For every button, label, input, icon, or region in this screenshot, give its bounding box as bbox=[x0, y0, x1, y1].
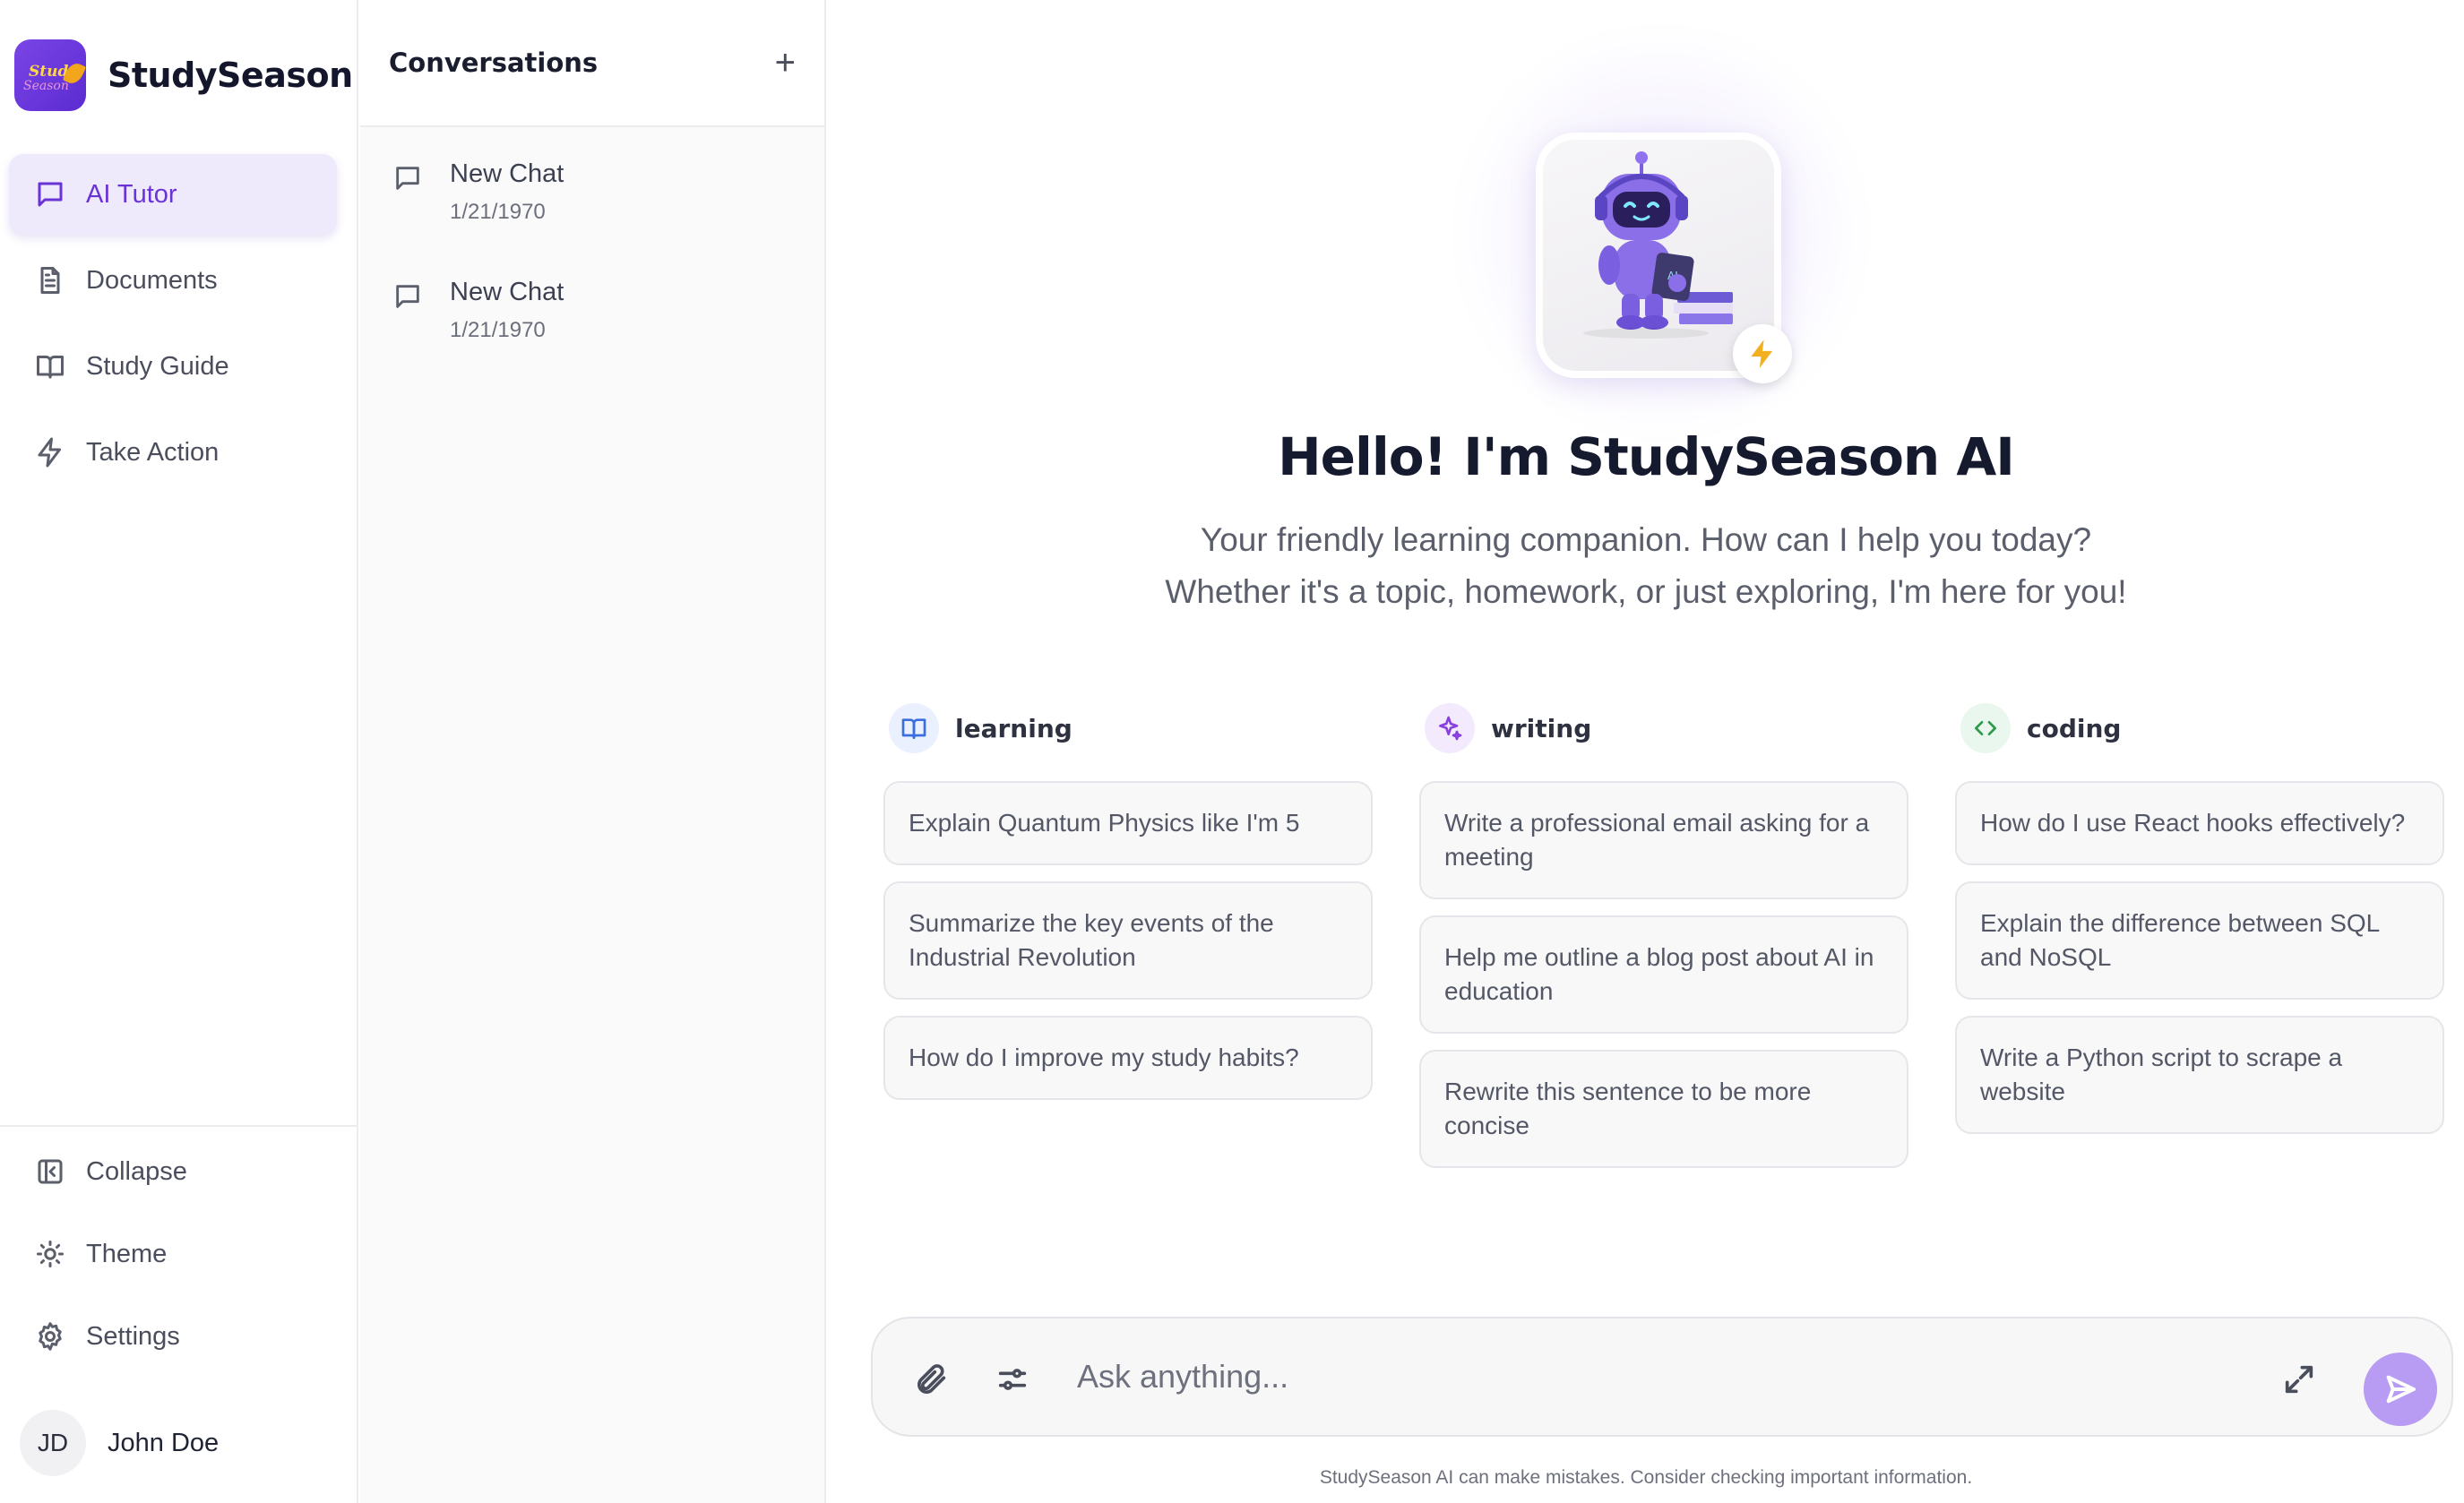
zap-icon bbox=[38, 437, 61, 468]
collapse-label: Collapse bbox=[86, 1156, 187, 1186]
new-conversation-button[interactable]: + bbox=[775, 45, 796, 81]
sliders-icon[interactable] bbox=[995, 1361, 1030, 1397]
conversation-item[interactable]: New Chat 1/21/1970 bbox=[360, 278, 824, 396]
hero-subtitle: Your friendly learning companion. How ca… bbox=[828, 514, 2464, 618]
brand[interactable]: Study Season StudySeason bbox=[14, 39, 353, 111]
suggestion-columns: learning Explain Quantum Physics like I'… bbox=[883, 700, 2444, 1184]
conversations-title: Conversations bbox=[389, 47, 599, 78]
settings-button[interactable]: Settings bbox=[9, 1299, 337, 1374]
theme-label: Theme bbox=[86, 1239, 168, 1268]
collapse-button[interactable]: Collapse bbox=[9, 1134, 337, 1209]
theme-button[interactable]: Theme bbox=[9, 1216, 337, 1292]
message-square-icon bbox=[396, 167, 419, 190]
zap-badge-icon bbox=[1733, 324, 1792, 383]
category-learning: learning Explain Quantum Physics like I'… bbox=[883, 700, 1373, 1184]
suggestion-card[interactable]: How do I improve my study habits? bbox=[883, 1016, 1373, 1100]
disclaimer-text: StudySeason AI can make mistakes. Consid… bbox=[1319, 1467, 1973, 1488]
sidebar-item-study-guide[interactable]: Study Guide bbox=[9, 326, 337, 407]
hero-subtitle-line-2: Whether it's a topic, homework, or just … bbox=[1165, 573, 2127, 610]
suggestion-card[interactable]: Write a professional email asking for a … bbox=[1419, 781, 1908, 899]
sidebar-divider bbox=[0, 1125, 358, 1127]
send-icon bbox=[2386, 1375, 2416, 1404]
chat-main: AI Hello! I'm StudySeason AI Your friend… bbox=[828, 0, 2464, 1503]
hero-subtitle-line-1: Your friendly learning companion. How ca… bbox=[1200, 521, 2092, 558]
message-square-icon bbox=[38, 182, 63, 207]
code-icon bbox=[1960, 703, 2011, 753]
conversation-item[interactable]: New Chat 1/21/1970 bbox=[360, 159, 824, 278]
sidebar-item-take-action[interactable]: Take Action bbox=[9, 412, 337, 493]
category-writing: writing Write a professional email askin… bbox=[1419, 700, 1908, 1184]
user-name: John Doe bbox=[108, 1428, 220, 1457]
sidebar-item-ai-tutor[interactable]: AI Tutor bbox=[9, 154, 337, 235]
settings-label: Settings bbox=[86, 1321, 180, 1351]
category-header: learning bbox=[889, 700, 1373, 756]
sidebar-bottom-nav: Collapse Theme Settings bbox=[9, 1134, 337, 1381]
sidebar-item-label: Study Guide bbox=[86, 351, 229, 381]
file-text-icon bbox=[40, 267, 60, 294]
send-button[interactable] bbox=[2364, 1353, 2437, 1426]
sun-icon bbox=[37, 1241, 64, 1267]
suggestion-card[interactable]: Help me outline a blog post about AI in … bbox=[1419, 915, 1908, 1034]
suggestion-card[interactable]: Summarize the key events of the Industri… bbox=[883, 881, 1373, 1000]
conversation-list: New Chat 1/21/1970 New Chat 1/21/1970 bbox=[360, 127, 824, 396]
category-title: writing bbox=[1491, 713, 1592, 743]
hero-title: Hello! I'm StudySeason AI bbox=[1278, 426, 2015, 487]
paperclip-icon[interactable] bbox=[914, 1361, 950, 1397]
category-coding: coding How do I use React hooks effectiv… bbox=[1955, 700, 2444, 1184]
category-header: writing bbox=[1425, 700, 1908, 756]
sparkles-icon bbox=[1425, 703, 1475, 753]
category-header: coding bbox=[1960, 700, 2444, 756]
chat-input[interactable]: Ask anything... bbox=[1077, 1358, 1288, 1396]
logo-text-bottom: Season bbox=[23, 79, 69, 93]
category-title: learning bbox=[955, 713, 1073, 743]
conversation-title: New Chat bbox=[450, 159, 564, 188]
brand-logo: Study Season bbox=[14, 39, 86, 111]
main-nav: AI Tutor Documents Study Guide Take Acti… bbox=[9, 154, 337, 498]
sidebar-item-label: Documents bbox=[86, 265, 218, 295]
suggestion-card[interactable]: Rewrite this sentence to be more concise bbox=[1419, 1050, 1908, 1168]
sidebar-item-label: Take Action bbox=[86, 437, 220, 467]
conversations-panel: Conversations + New Chat 1/21/1970 New C… bbox=[360, 0, 826, 1503]
chat-composer: Ask anything... bbox=[871, 1317, 2453, 1437]
book-open-icon bbox=[889, 703, 939, 753]
gear-icon bbox=[39, 1322, 62, 1351]
suggestion-card[interactable]: Explain Quantum Physics like I'm 5 bbox=[883, 781, 1373, 865]
sidebar-item-label: AI Tutor bbox=[86, 179, 177, 209]
brand-name: StudySeason bbox=[108, 56, 353, 95]
conversation-date: 1/21/1970 bbox=[450, 318, 546, 342]
conversations-header: Conversations + bbox=[360, 0, 824, 127]
suggestion-card[interactable]: Explain the difference between SQL and N… bbox=[1955, 881, 2444, 1000]
suggestion-card[interactable]: Write a Python script to scrape a websit… bbox=[1955, 1016, 2444, 1134]
app-sidebar: Study Season StudySeason AI Tutor Docume… bbox=[0, 0, 358, 1503]
sidebar-item-documents[interactable]: Documents bbox=[9, 240, 337, 321]
panel-collapse-icon bbox=[38, 1159, 63, 1184]
avatar: JD bbox=[20, 1410, 86, 1476]
suggestion-card[interactable]: How do I use React hooks effectively? bbox=[1955, 781, 2444, 865]
category-title: coding bbox=[2027, 713, 2122, 743]
user-profile[interactable]: JD John Doe bbox=[20, 1410, 219, 1476]
expand-icon[interactable] bbox=[2281, 1361, 2317, 1397]
book-open-icon bbox=[37, 356, 64, 379]
message-square-icon bbox=[396, 285, 419, 308]
conversation-title: New Chat bbox=[450, 278, 564, 306]
conversation-date: 1/21/1970 bbox=[450, 200, 546, 224]
